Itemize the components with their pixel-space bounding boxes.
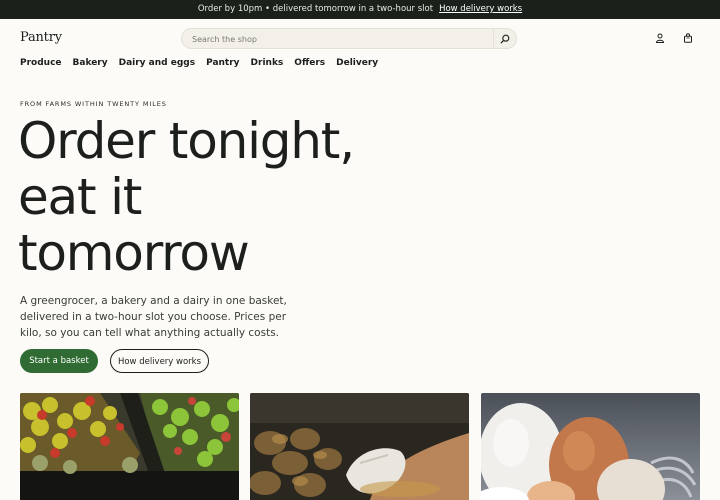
nav-item-drinks[interactable]: Drinks: [251, 57, 284, 69]
announcement-text: Order by 10pm • delivered tomorrow in a …: [197, 4, 434, 14]
how-delivery-works-button[interactable]: How delivery works: [110, 349, 209, 373]
bakery-image[interactable]: [250, 393, 469, 500]
produce-image[interactable]: [20, 393, 239, 500]
eggs-photo: [481, 393, 700, 500]
nav-item-pantry[interactable]: Pantry: [206, 57, 239, 69]
logo[interactable]: Pantry: [20, 30, 62, 45]
dairy-image[interactable]: [481, 393, 700, 500]
search-button[interactable]: [493, 29, 516, 48]
search-bar: [181, 28, 517, 49]
announcement-delivery-link[interactable]: How delivery works: [439, 4, 522, 14]
nav-item-offers[interactable]: Offers: [294, 57, 325, 69]
apples-photo: [20, 393, 239, 500]
nav-item-delivery[interactable]: Delivery: [336, 57, 378, 69]
account-button[interactable]: [654, 32, 666, 44]
hero-headline-line-2: eat it: [18, 168, 142, 226]
hero-headline: Order tonight, eat it tomorrow: [18, 113, 398, 281]
search-icon: [500, 34, 510, 43]
announcement-bar: Order by 10pm • delivered tomorrow in a …: [0, 0, 720, 19]
nav-item-bakery[interactable]: Bakery: [73, 57, 108, 69]
bakery-photo: [250, 393, 469, 500]
search-input[interactable]: [190, 31, 484, 48]
basket-icon: [684, 33, 692, 43]
nav-item-dairy-and-eggs[interactable]: Dairy and eggs: [119, 57, 195, 69]
account-icon: [655, 33, 665, 43]
basket-button[interactable]: [682, 32, 694, 44]
hero-lead: A greengrocer, a bakery and a dairy in o…: [20, 295, 287, 339]
main-nav: Produce Bakery Dairy and eggs Pantry Dri…: [20, 57, 389, 69]
nav-item-produce[interactable]: Produce: [20, 57, 62, 69]
start-basket-button[interactable]: Start a basket: [20, 349, 98, 373]
hero-eyebrow: FROM FARMS WITHIN TWENTY MILES: [20, 100, 167, 108]
hero-headline-line-1: Order tonight,: [18, 112, 355, 170]
hero-headline-line-3: tomorrow: [18, 224, 250, 282]
